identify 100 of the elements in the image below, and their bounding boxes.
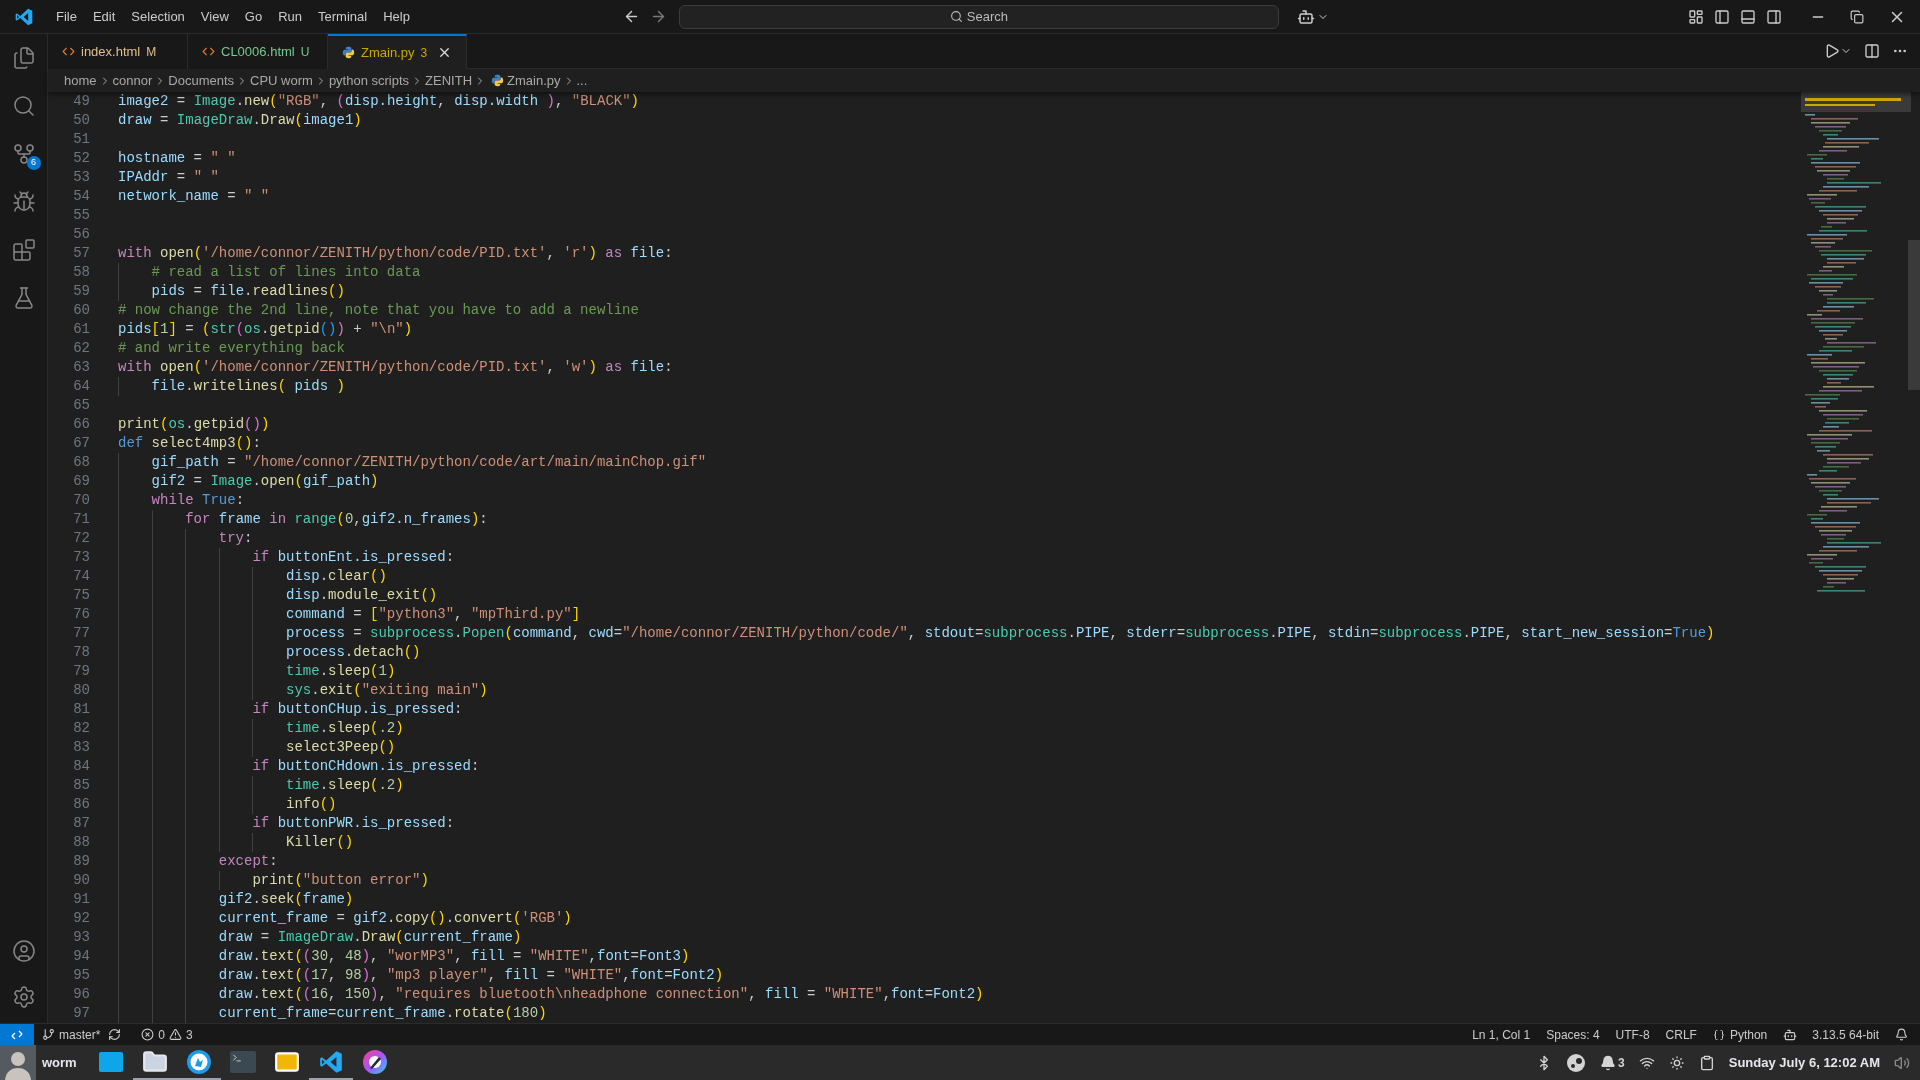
code-line: # read a list of lines into data <box>150 263 421 282</box>
code-line: draw.text((16, 150), "requires bluetooth\nheadphone connection", fill = "WHITE",font=Font2) <box>217 985 984 1004</box>
line-number: 85 <box>72 776 90 795</box>
code-line: pids[1] = (str(os.getpid()) + "\n") <box>118 320 413 339</box>
status-item[interactable]: Spaces: 4 <box>1546 1025 1600 1044</box>
code-line: gif2.seek(frame) <box>217 890 354 909</box>
scrollbar-thumb[interactable] <box>1908 240 1920 390</box>
volume-icon[interactable] <box>1894 1054 1910 1071</box>
code-line: while True: <box>150 491 245 510</box>
menu-item[interactable]: Selection <box>123 4 193 29</box>
editor-tab[interactable]: Zmain.py 3 <box>328 34 468 69</box>
editor-tab[interactable]: CL0006.html U <box>188 34 328 69</box>
bell-icon[interactable] <box>1600 1054 1617 1071</box>
sync-icon[interactable] <box>108 1028 122 1041</box>
code-line: time.sleep(.2) <box>285 719 404 738</box>
code-line: select3Peep() <box>285 738 396 757</box>
code-line: disp.module_exit() <box>285 586 438 605</box>
line-number: 50 <box>72 111 90 130</box>
code-line: if buttonPWR.is_pressed: <box>251 814 455 833</box>
notification-count: 3 <box>1618 1054 1625 1072</box>
line-number: 75 <box>72 586 90 605</box>
line-number: 83 <box>72 738 90 757</box>
layout-icon[interactable] <box>1688 8 1704 25</box>
menu-item[interactable]: Terminal <box>310 4 376 29</box>
menu-item[interactable]: Go <box>236 4 271 29</box>
robot-icon[interactable] <box>1296 7 1315 26</box>
panel-right-icon[interactable] <box>1766 8 1782 25</box>
split-editor-icon[interactable] <box>1864 43 1880 59</box>
line-number: 55 <box>72 206 90 225</box>
python-icon <box>491 74 505 87</box>
status-item[interactable]: UTF-8 <box>1615 1025 1650 1044</box>
editor-tab[interactable]: index.html M <box>48 34 188 69</box>
branch-name[interactable]: master* <box>59 1025 101 1044</box>
code-line: image2 = Image.new("RGB", (disp.height, disp.width ), "BLACK") <box>118 92 639 111</box>
status-item[interactable]: Python <box>1729 1025 1768 1044</box>
line-number: 70 <box>72 491 90 510</box>
line-number: 89 <box>72 852 90 871</box>
status-item[interactable]: Ln 1, Col 1 <box>1472 1025 1531 1044</box>
menu-item[interactable]: File <box>48 4 85 29</box>
line-number: 52 <box>72 149 90 168</box>
clock[interactable]: Sunday July 6, 12:02 AM <box>1728 1052 1880 1073</box>
clipboard-icon[interactable] <box>1698 1054 1715 1071</box>
breadcrumb-item[interactable]: Zmain.py <box>507 70 561 91</box>
menu-item[interactable]: Help <box>375 4 418 29</box>
code-brackets-icon <box>202 45 215 58</box>
code-line: sys.exit("exiting main") <box>285 681 488 700</box>
robot-icon[interactable] <box>1783 1027 1798 1042</box>
bell-icon[interactable] <box>1895 1028 1908 1041</box>
code-line: # and write everything back <box>118 339 345 358</box>
breadcrumb-item[interactable]: python scripts <box>328 70 410 91</box>
code-line: print(os.getpid()) <box>118 415 270 434</box>
breadcrumb-item[interactable]: ZENITH <box>425 70 473 91</box>
branch-icon <box>42 1028 55 1041</box>
settings-icon[interactable] <box>11 985 36 1009</box>
code-line: gif_path = "/home/connor/ZENITH/python/code/art/main/mainChop.gif" <box>150 453 707 472</box>
code-brackets-icon <box>62 45 75 58</box>
brightness-icon[interactable] <box>1668 1054 1685 1071</box>
breadcrumb-item[interactable]: home <box>64 70 97 91</box>
files-icon[interactable] <box>11 46 36 70</box>
line-number: 80 <box>72 681 90 700</box>
search-field[interactable]: Search <box>678 4 1279 29</box>
braces-icon <box>1712 1028 1725 1041</box>
menu-item[interactable]: View <box>192 4 237 29</box>
menu-item[interactable]: Edit <box>84 4 124 29</box>
code-line: disp.clear() <box>285 567 387 586</box>
breadcrumb-item[interactable]: Documents <box>168 70 235 91</box>
line-number: 91 <box>72 890 90 909</box>
line-number: 66 <box>72 415 90 434</box>
code-line: gif2 = Image.open(gif_path) <box>150 472 379 491</box>
bug-icon[interactable] <box>11 190 36 214</box>
status-item[interactable]: CRLF <box>1665 1025 1697 1044</box>
breadcrumb-item[interactable]: connor <box>112 70 153 91</box>
code-line: # now change the 2nd line, note that you have to add a newline <box>118 301 639 320</box>
restore-icon[interactable] <box>1850 9 1864 24</box>
code-line: network_name = " " <box>118 187 270 206</box>
blocks-icon[interactable] <box>11 238 36 262</box>
breadcrumb-item[interactable]: ... <box>576 70 588 91</box>
line-number: 78 <box>72 643 90 662</box>
panel-bottom-icon[interactable] <box>1740 8 1756 25</box>
status-item[interactable]: 3.13.5 64-bit <box>1812 1025 1879 1044</box>
line-number: 64 <box>72 377 90 396</box>
line-number: 84 <box>72 757 90 776</box>
account-icon[interactable] <box>11 939 36 963</box>
line-number: 81 <box>72 700 90 719</box>
code-line: draw.text((17, 98), "mp3 player", fill = "WHITE",font=Font2) <box>217 966 724 985</box>
panel-left-icon[interactable] <box>1714 8 1730 25</box>
breadcrumb-item[interactable]: CPU worm <box>250 70 313 91</box>
search-icon[interactable] <box>11 94 36 118</box>
branch-icon[interactable] <box>11 142 36 166</box>
line-number: 63 <box>72 358 90 377</box>
code-line: info() <box>285 795 337 814</box>
code-line: Killer() <box>285 833 354 852</box>
line-number: 49 <box>72 92 90 111</box>
app-logo-icon <box>14 6 34 27</box>
line-number: 59 <box>72 282 90 301</box>
code-line: draw.text((30, 48), "worMP3", fill = "WHITE",font=Font3) <box>217 947 690 966</box>
run-icon[interactable] <box>1824 43 1840 59</box>
code-line: draw = ImageDraw.Draw(image1) <box>118 111 362 130</box>
remote-button[interactable] <box>0 1023 34 1046</box>
menu-item[interactable]: Run <box>270 4 310 29</box>
